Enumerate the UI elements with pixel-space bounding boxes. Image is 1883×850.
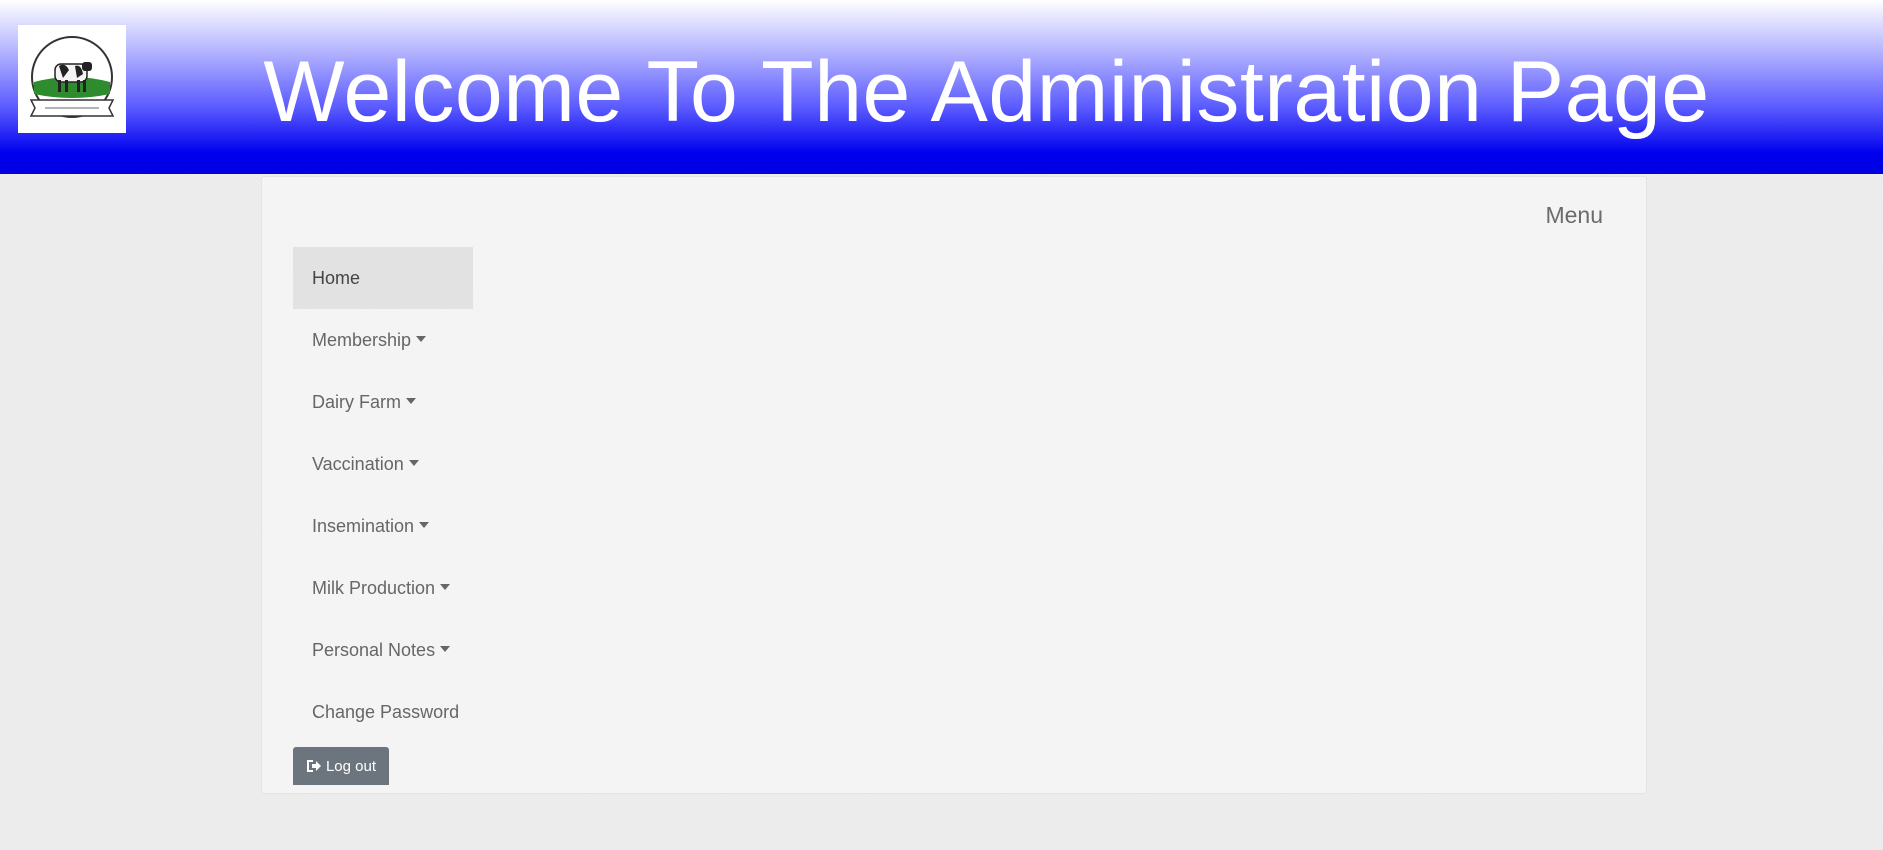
caret-down-icon <box>408 460 419 466</box>
caret-down-icon <box>416 336 427 342</box>
nav-item-label: Dairy Farm <box>312 391 401 412</box>
caret-down-icon <box>440 584 451 590</box>
nav-item-label: Vaccination <box>312 453 404 474</box>
menu-toggle-button[interactable]: Menu <box>1545 202 1603 229</box>
page: Welcome To The Administration Page Menu … <box>0 0 1883 850</box>
sign-out-icon <box>306 760 321 772</box>
logout-label: Log out <box>325 757 377 775</box>
logout-button[interactable]: Log out <box>293 747 389 785</box>
nav-item-label: Membership <box>312 329 412 350</box>
caret-down-icon <box>419 522 430 528</box>
nav-item-insemination[interactable]: Insemination <box>293 495 473 557</box>
nav-item-label: Insemination <box>312 515 415 536</box>
nav-item-personal-notes[interactable]: Personal Notes <box>293 619 473 681</box>
page-title: Welcome To The Administration Page <box>263 44 1710 140</box>
caret-down-icon <box>406 398 416 404</box>
nav-item-milk-production[interactable]: Milk Production <box>293 557 473 619</box>
main-panel: Menu Home Membership Dairy Farm Vaccinat… <box>261 176 1647 794</box>
nav-item-label: Milk Production <box>312 577 436 598</box>
sidebar-nav: Home Membership Dairy Farm Vaccination I… <box>293 247 473 743</box>
header-banner: Welcome To The Administration Page <box>0 0 1883 174</box>
caret-down-icon <box>440 646 451 652</box>
nav-item-home[interactable]: Home <box>293 247 473 309</box>
nav-item-change-password[interactable]: Change Password <box>293 681 473 743</box>
nav-item-label: Change Password <box>312 701 460 722</box>
nav-item-label: Personal Notes <box>312 639 436 660</box>
nav-item-dairy-farm[interactable]: Dairy Farm <box>293 371 473 433</box>
nav-item-label: Home <box>312 267 361 288</box>
nav-item-membership[interactable]: Membership <box>293 309 473 371</box>
nav-item-vaccination[interactable]: Vaccination <box>293 433 473 495</box>
